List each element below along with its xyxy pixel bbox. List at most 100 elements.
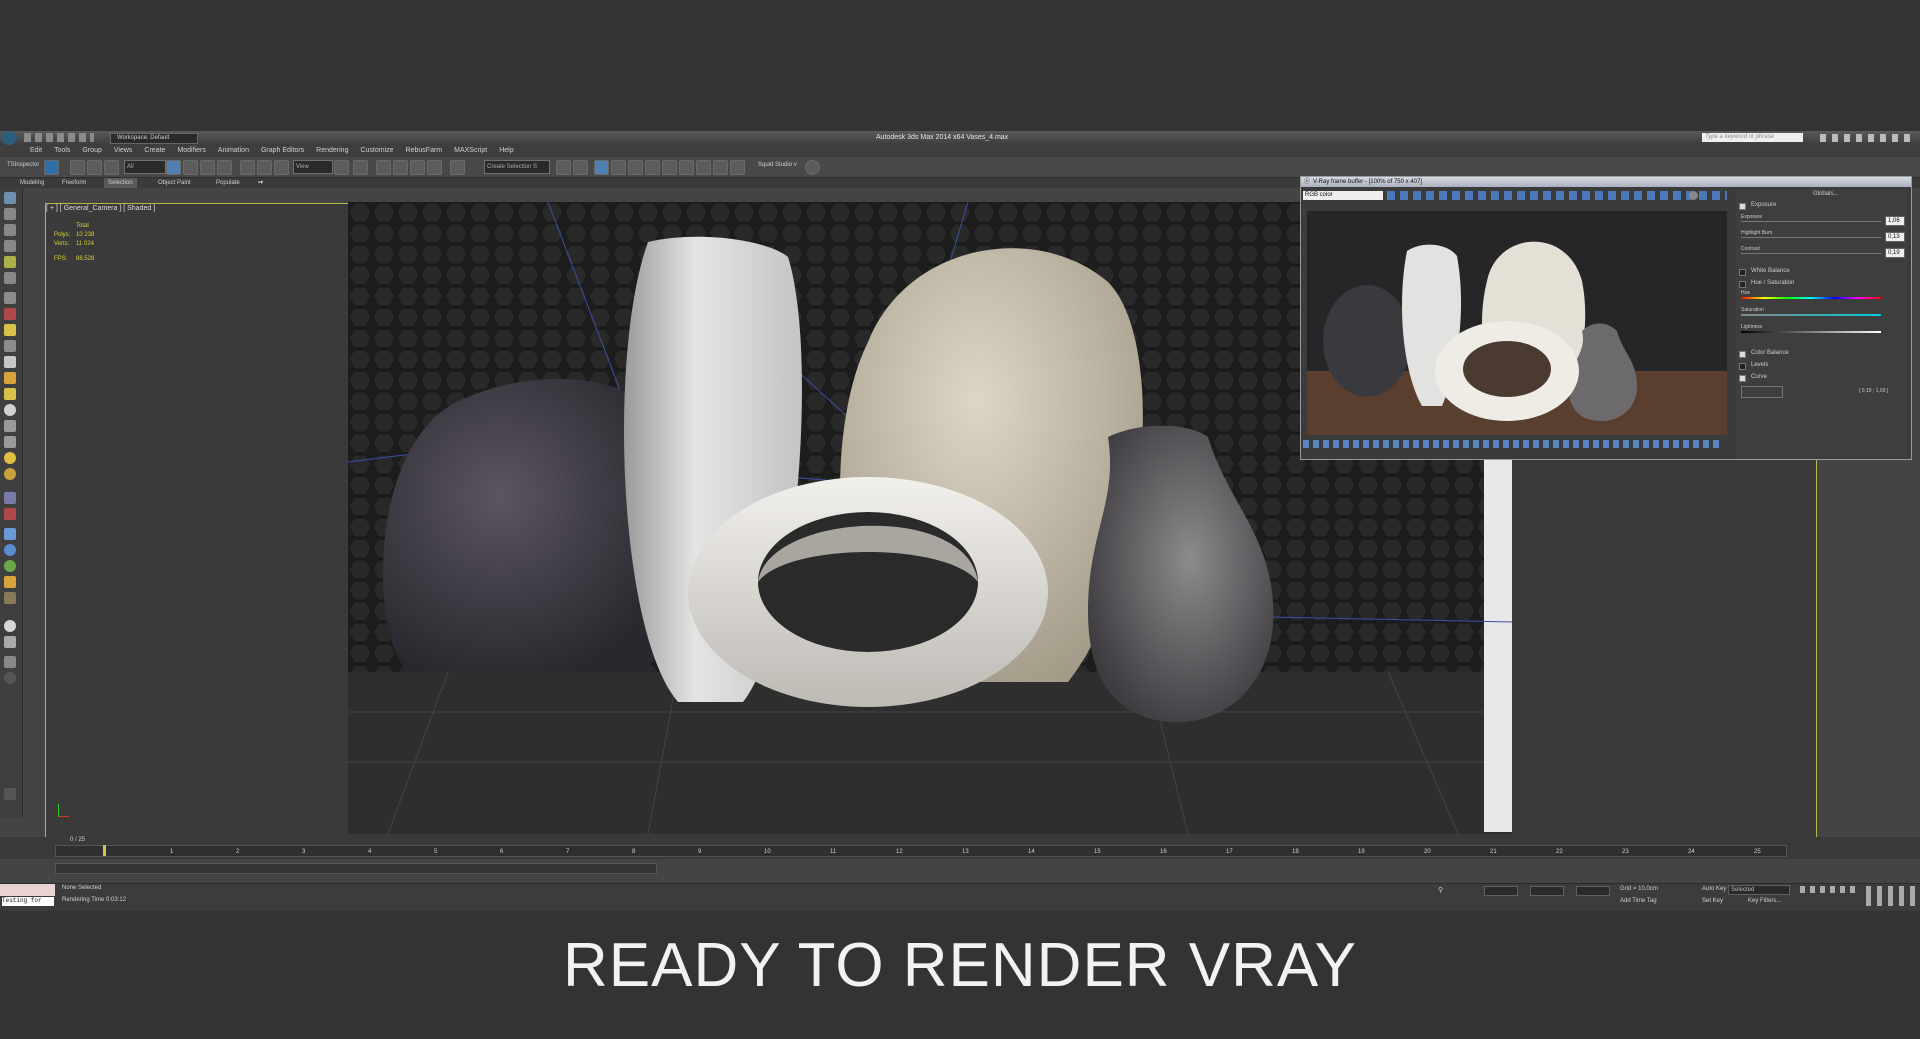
exposure-value[interactable]: 1,06 xyxy=(1885,216,1905,226)
sphere-icon[interactable] xyxy=(4,404,16,416)
snap-icon[interactable] xyxy=(376,160,391,175)
select-by-name-icon[interactable] xyxy=(183,160,198,175)
percent-snap-icon[interactable] xyxy=(410,160,425,175)
geometry-icon[interactable] xyxy=(4,292,16,304)
key-bar[interactable] xyxy=(55,863,657,874)
vfb-render-button-icon[interactable] xyxy=(1689,191,1698,200)
globe-icon[interactable] xyxy=(4,544,16,556)
edit-named-sets-icon[interactable] xyxy=(450,160,465,175)
render-setup-icon[interactable] xyxy=(679,160,694,175)
menu-edit[interactable]: Edit xyxy=(30,147,42,154)
playback-controls[interactable] xyxy=(1800,886,1860,893)
menu-customize[interactable]: Customize xyxy=(360,147,393,154)
vfb-title-bar[interactable]: ⓥ V-Ray frame buffer - [100% of 750 x 407… xyxy=(1301,177,1911,187)
render-sphere-icon[interactable] xyxy=(4,620,16,632)
vfb-toolbar[interactable] xyxy=(1387,191,1727,200)
tab-modeling[interactable]: Modeling xyxy=(16,178,48,188)
motion-panel-icon[interactable] xyxy=(4,240,16,252)
vfb-render-image[interactable] xyxy=(1307,211,1727,435)
curve-editor-icon[interactable] xyxy=(628,160,643,175)
set-key-label[interactable]: Set Key xyxy=(1702,898,1723,904)
menu-modifiers[interactable]: Modifiers xyxy=(177,147,205,154)
tab-populate[interactable]: Populate xyxy=(212,178,244,188)
display-panel-icon[interactable] xyxy=(4,256,16,268)
contrast-value[interactable]: 0,19 xyxy=(1885,248,1905,258)
menu-help[interactable]: Help xyxy=(499,147,513,154)
hue-saturation-checkbox[interactable] xyxy=(1739,281,1746,288)
workspace-selector[interactable]: Workspace: Default xyxy=(110,133,198,144)
align-icon[interactable] xyxy=(573,160,588,175)
window-controls[interactable] xyxy=(1820,134,1915,142)
viewport-label[interactable]: [ + ] [ General_Camera ] [ Shaded ] xyxy=(46,205,155,212)
hue-saturation-section[interactable]: Hue / Saturation xyxy=(1751,280,1794,286)
curve-section[interactable]: Curve xyxy=(1751,374,1767,380)
levels-section[interactable]: Levels xyxy=(1751,362,1768,368)
material-editor-icon[interactable] xyxy=(662,160,677,175)
auto-key-label[interactable]: Auto Key xyxy=(1702,886,1726,892)
inspector-label[interactable]: TSInspector xyxy=(7,162,39,168)
saturation-slider[interactable] xyxy=(1741,314,1881,316)
exposure-section[interactable]: Exposure xyxy=(1751,202,1776,208)
add-time-tag[interactable]: Add Time Tag xyxy=(1620,898,1657,904)
schematic-view-icon[interactable] xyxy=(645,160,660,175)
auto-key-dropdown[interactable]: Selected xyxy=(1728,885,1790,895)
navigation-controls[interactable] xyxy=(1866,886,1916,906)
curve-editor[interactable] xyxy=(1741,386,1783,398)
lock-icon[interactable]: ⚲ xyxy=(1438,886,1443,894)
search-input[interactable]: Type a keyword or phrase xyxy=(1702,133,1803,142)
particle-icon[interactable] xyxy=(4,576,16,588)
timeline[interactable]: 0 / 25 1 2 3 4 5 6 7 8 9 10 11 12 13 14 15 16 17 18 19 20 21… xyxy=(0,837,1920,859)
rect-selection-icon[interactable] xyxy=(200,160,215,175)
highlight-burn-value[interactable]: 0,13 xyxy=(1885,232,1905,242)
menu-create[interactable]: Create xyxy=(144,147,165,154)
reference-coord-dropdown[interactable]: View xyxy=(293,160,333,174)
squid-studio-label[interactable]: Squid Studio v xyxy=(758,162,797,168)
maxscript-listener[interactable] xyxy=(0,884,55,896)
help-icon[interactable] xyxy=(4,672,16,684)
manipulate-icon[interactable] xyxy=(353,160,368,175)
menu-rebusfarm[interactable]: RebusFarm xyxy=(406,147,443,154)
mirror-icon[interactable] xyxy=(556,160,571,175)
vfb-channel-dropdown[interactable]: RGB color xyxy=(1303,191,1383,200)
squid-studio-icon[interactable] xyxy=(805,160,820,175)
cloth-icon[interactable] xyxy=(4,592,16,604)
stairs-icon[interactable] xyxy=(4,492,16,504)
app-logo-icon[interactable] xyxy=(1,131,17,145)
shapes-icon[interactable] xyxy=(4,308,16,320)
highlight-burn-slider[interactable] xyxy=(1741,237,1881,238)
white-balance-checkbox[interactable] xyxy=(1739,269,1746,276)
named-selection-dropdown[interactable]: Create Selection S xyxy=(484,160,550,174)
window-crossing-icon[interactable] xyxy=(217,160,232,175)
tape-icon[interactable] xyxy=(4,508,16,520)
menu-maxscript[interactable]: MAXScript xyxy=(454,147,487,154)
bind-spacewarp-icon[interactable] xyxy=(104,160,119,175)
spinner-snap-icon[interactable] xyxy=(427,160,442,175)
y-coordinate-field[interactable] xyxy=(1530,886,1564,896)
exposure-checkbox[interactable] xyxy=(1739,203,1746,210)
contrast-slider[interactable] xyxy=(1741,253,1881,254)
white-balance-section[interactable]: White Balance xyxy=(1751,268,1790,274)
play-icon[interactable] xyxy=(4,788,16,800)
box-icon[interactable] xyxy=(4,420,16,432)
selection-filter-dropdown[interactable]: All xyxy=(124,160,166,174)
z-coordinate-field[interactable] xyxy=(1576,886,1610,896)
modify-panel-icon[interactable] xyxy=(4,208,16,220)
levels-checkbox[interactable] xyxy=(1739,363,1746,370)
torus-icon[interactable] xyxy=(4,468,16,480)
cameras-icon[interactable] xyxy=(4,340,16,352)
menu-views[interactable]: Views xyxy=(114,147,133,154)
link-icon[interactable] xyxy=(70,160,85,175)
ribbon-toggle-icon[interactable]: ▪▾ xyxy=(254,178,267,188)
leaf-icon[interactable] xyxy=(4,560,16,572)
sun-icon[interactable] xyxy=(4,452,16,464)
tab-object-paint[interactable]: Object Paint xyxy=(154,178,195,188)
unlink-icon[interactable] xyxy=(87,160,102,175)
utilities-panel-icon[interactable] xyxy=(4,272,16,284)
color-balance-checkbox[interactable] xyxy=(1739,351,1746,358)
hue-slider[interactable] xyxy=(1741,297,1881,299)
pyramid-icon[interactable] xyxy=(4,436,16,448)
render-teapot-icon[interactable] xyxy=(730,160,745,175)
grid-icon[interactable] xyxy=(4,636,16,648)
time-slider-label[interactable]: 0 / 25 xyxy=(70,837,85,843)
x-coordinate-field[interactable] xyxy=(1484,886,1518,896)
